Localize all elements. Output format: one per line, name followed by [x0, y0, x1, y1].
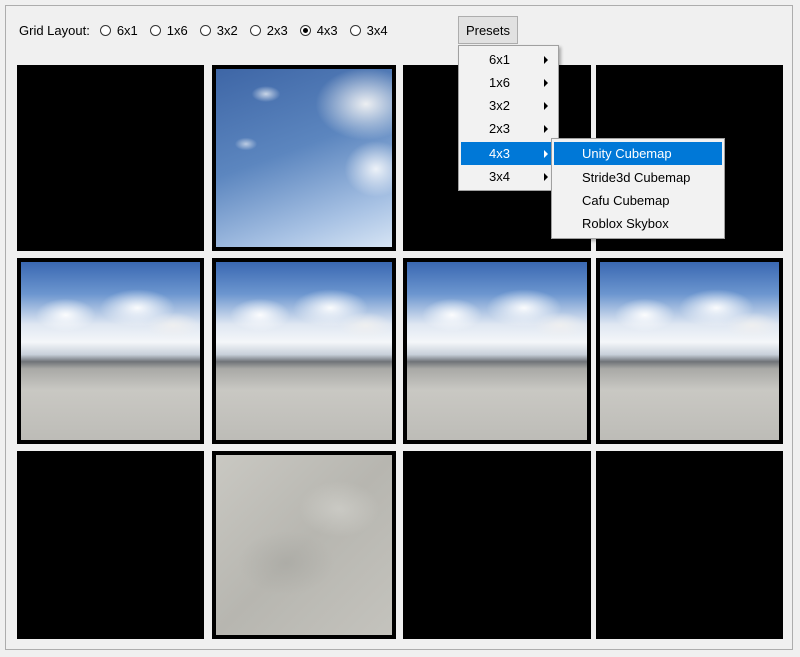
grid-cell-bottom-face[interactable]	[212, 451, 396, 639]
radio-4x3[interactable]: 4x3	[299, 22, 338, 38]
menu-item-label: 4x3	[489, 146, 510, 161]
radio-label-3x2: 3x2	[216, 22, 238, 38]
radio-3x2[interactable]: 3x2	[199, 22, 238, 38]
radio-3x4[interactable]: 3x4	[349, 22, 388, 38]
menu-item-label: Unity Cubemap	[582, 146, 672, 161]
menu-item-label: 2x3	[489, 121, 510, 136]
radio-button-3x2[interactable]	[199, 24, 211, 36]
radio-label-1x6: 1x6	[166, 22, 188, 38]
submenu-arrow-icon	[544, 124, 548, 133]
menu-item-label: Roblox Skybox	[582, 216, 669, 231]
radio-label-3x4: 3x4	[366, 22, 388, 38]
radio-label-6x1: 6x1	[116, 22, 138, 38]
skybox-front-image	[216, 262, 392, 440]
menu-item-label: Stride3d Cubemap	[582, 170, 691, 185]
menu-item-cafu-cubemap[interactable]: Cafu Cubemap	[554, 189, 722, 212]
skybox-left-image	[21, 262, 200, 440]
grid-cell-empty[interactable]	[17, 451, 204, 639]
preset-4x3-submenu: Unity Cubemap Stride3d Cubemap Cafu Cube…	[551, 138, 725, 239]
skybox-right-image	[407, 262, 587, 440]
submenu-arrow-icon	[544, 101, 548, 110]
grid-cell-empty[interactable]	[17, 65, 204, 251]
presets-button[interactable]: Presets	[458, 16, 518, 44]
menu-item-4x3[interactable]: 4x3	[461, 142, 556, 165]
radio-button-1x6[interactable]	[149, 24, 161, 36]
menu-item-label: 6x1	[489, 52, 510, 67]
grid-cell-empty[interactable]	[596, 451, 783, 639]
menu-item-3x2[interactable]: 3x2	[461, 94, 556, 117]
menu-item-2x3[interactable]: 2x3	[461, 117, 556, 140]
grid-cell-back-face[interactable]	[596, 258, 783, 444]
radio-label-4x3: 4x3	[316, 22, 338, 38]
menu-item-label: 3x2	[489, 98, 510, 113]
menu-item-stride3d-cubemap[interactable]: Stride3d Cubemap	[554, 166, 722, 189]
grid-cell-top-face[interactable]	[212, 65, 396, 251]
menu-item-label: 1x6	[489, 75, 510, 90]
radio-2x3[interactable]: 2x3	[249, 22, 288, 38]
radio-button-2x3[interactable]	[249, 24, 261, 36]
radio-button-3x4[interactable]	[349, 24, 361, 36]
menu-item-label: Cafu Cubemap	[582, 193, 670, 208]
radio-label-2x3: 2x3	[266, 22, 288, 38]
grid-cell-right-face[interactable]	[403, 258, 591, 444]
grid-layout-toolbar: Grid Layout: 6x1 1x6 3x2 2x3 4x3 3x4	[19, 18, 400, 42]
submenu-arrow-icon	[544, 55, 548, 64]
submenu-arrow-icon	[544, 172, 548, 181]
presets-menu: 6x1 1x6 3x2 2x3 4x3 3x4	[458, 45, 559, 191]
skybox-top-image	[216, 69, 392, 247]
menu-item-label: 3x4	[489, 169, 510, 184]
radio-1x6[interactable]: 1x6	[149, 22, 188, 38]
skybox-back-image	[600, 262, 779, 440]
grid-cell-front-face[interactable]	[212, 258, 396, 444]
menu-item-1x6[interactable]: 1x6	[461, 71, 556, 94]
grid-layout-label: Grid Layout:	[19, 22, 90, 38]
menu-item-3x4[interactable]: 3x4	[461, 165, 556, 188]
grid-cell-empty[interactable]	[403, 451, 591, 639]
menu-item-unity-cubemap[interactable]: Unity Cubemap	[554, 142, 722, 165]
submenu-arrow-icon	[544, 78, 548, 87]
radio-6x1[interactable]: 6x1	[99, 22, 138, 38]
menu-item-6x1[interactable]: 6x1	[461, 48, 556, 71]
submenu-arrow-icon	[544, 149, 548, 158]
skybox-bottom-image	[216, 455, 392, 635]
radio-button-4x3[interactable]	[299, 24, 311, 36]
menu-item-roblox-skybox[interactable]: Roblox Skybox	[554, 212, 722, 235]
radio-button-6x1[interactable]	[99, 24, 111, 36]
grid-cell-left-face[interactable]	[17, 258, 204, 444]
